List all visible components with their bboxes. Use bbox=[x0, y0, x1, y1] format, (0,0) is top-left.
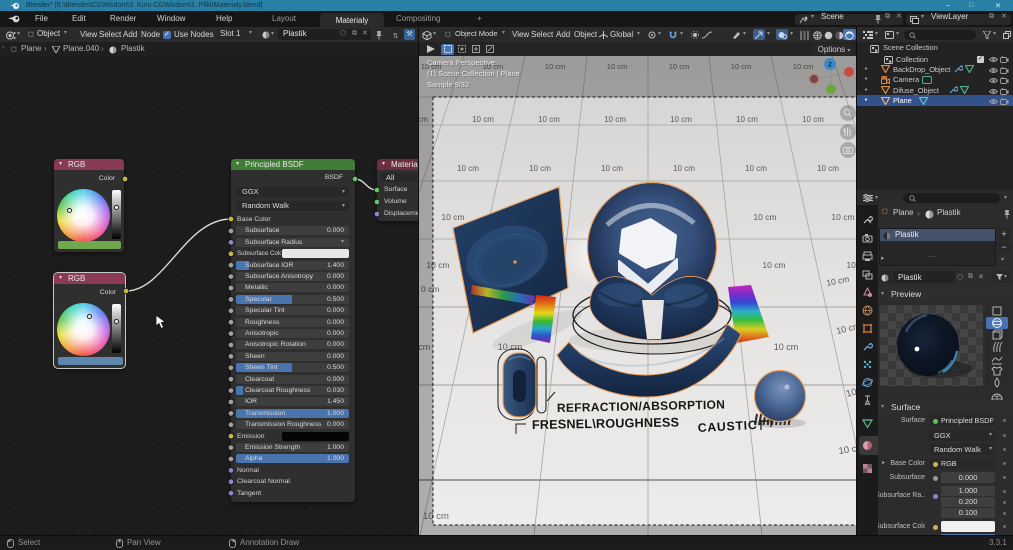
svg-text:(1) Scene Collection | Plane: (1) Scene Collection | Plane bbox=[427, 69, 520, 78]
svg-text:10 cm: 10 cm bbox=[673, 164, 695, 173]
svg-text:10 cm: 10 cm bbox=[846, 260, 856, 270]
svg-text:10 cm: 10 cm bbox=[745, 164, 767, 173]
svg-text:Sample 9/32: Sample 9/32 bbox=[427, 80, 469, 89]
svg-text:10: 10 bbox=[845, 387, 856, 400]
svg-text:10 cm: 10 cm bbox=[774, 342, 799, 352]
svg-text:Z: Z bbox=[828, 61, 832, 68]
svg-text:10 cm: 10 cm bbox=[670, 115, 692, 124]
svg-text:10 cm: 10 cm bbox=[538, 115, 560, 124]
svg-text:10 cm: 10 cm bbox=[604, 115, 626, 124]
svg-text:10 cm: 10 cm bbox=[802, 115, 824, 124]
svg-text:10 cm: 10 cm bbox=[753, 212, 776, 222]
svg-text:10 cm: 10 cm bbox=[831, 212, 854, 222]
svg-text:Camera Perspective: Camera Perspective bbox=[427, 58, 495, 67]
svg-text:FRESNEL\ROUGHNESS: FRESNEL\ROUGHNESS bbox=[532, 415, 679, 432]
svg-text:10 cm: 10 cm bbox=[529, 164, 551, 173]
svg-text:10 cm: 10 cm bbox=[601, 164, 623, 173]
svg-text:10 cm: 10 cm bbox=[817, 164, 839, 173]
svg-text:10 cm: 10 cm bbox=[762, 260, 785, 270]
svg-text:10 cm: 10 cm bbox=[457, 164, 479, 173]
svg-text:10 cm: 10 cm bbox=[441, 212, 464, 222]
svg-text:10 cm: 10 cm bbox=[736, 115, 758, 124]
svg-text:10 cm: 10 cm bbox=[472, 115, 494, 124]
